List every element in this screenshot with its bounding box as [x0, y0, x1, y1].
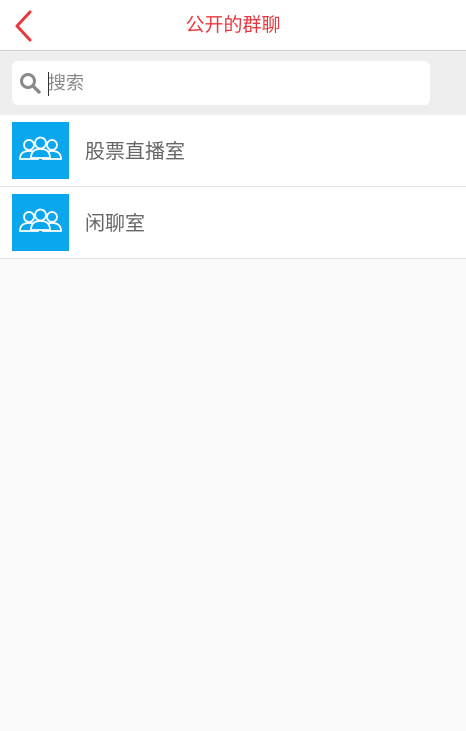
group-avatar [12, 194, 69, 251]
header-bar: 公开的群聊 [0, 0, 466, 51]
group-name: 闲聊室 [85, 211, 145, 235]
group-list: 股票直播室 闲聊室 [0, 115, 466, 259]
text-caret [48, 72, 49, 96]
group-name: 股票直播室 [85, 139, 185, 163]
page-title: 公开的群聊 [185, 14, 281, 36]
search-bar [0, 51, 466, 115]
chevron-left-icon [15, 10, 32, 42]
group-avatar [12, 122, 69, 179]
list-item[interactable]: 闲聊室 [0, 187, 466, 259]
group-icon [12, 122, 69, 179]
list-item[interactable]: 股票直播室 [0, 115, 466, 187]
search-icon [20, 73, 41, 94]
search-input[interactable] [48, 67, 418, 99]
group-icon [12, 194, 69, 251]
search-box[interactable] [12, 61, 430, 105]
back-button[interactable] [8, 7, 40, 45]
